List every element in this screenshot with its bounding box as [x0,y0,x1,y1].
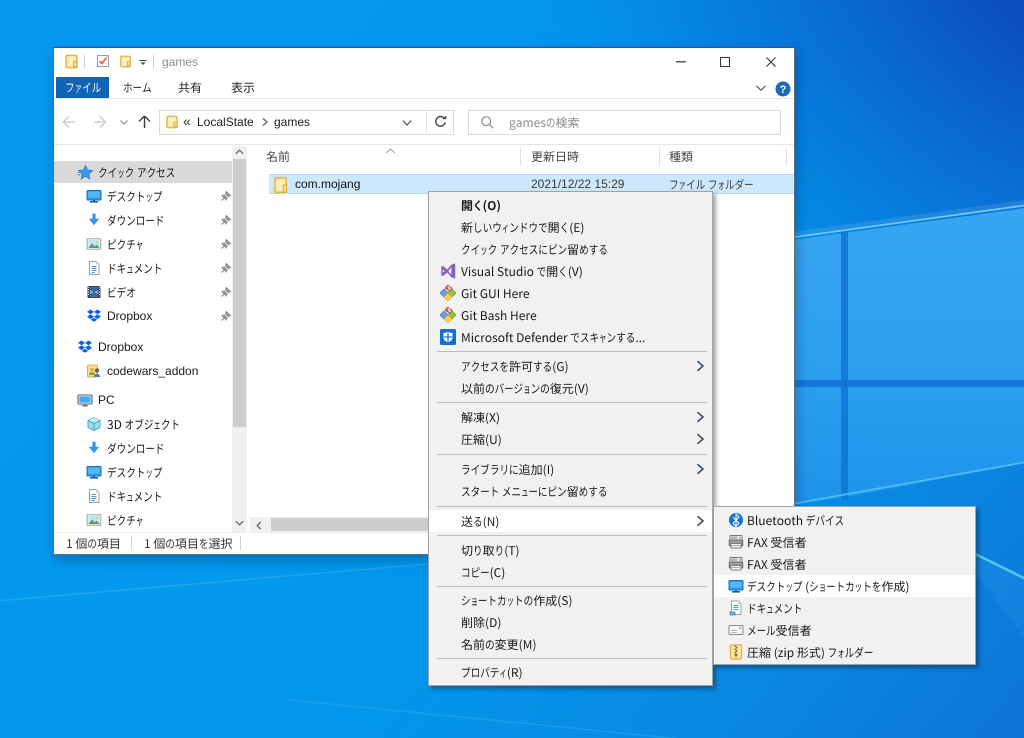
svg-text:?: ? [780,84,787,96]
